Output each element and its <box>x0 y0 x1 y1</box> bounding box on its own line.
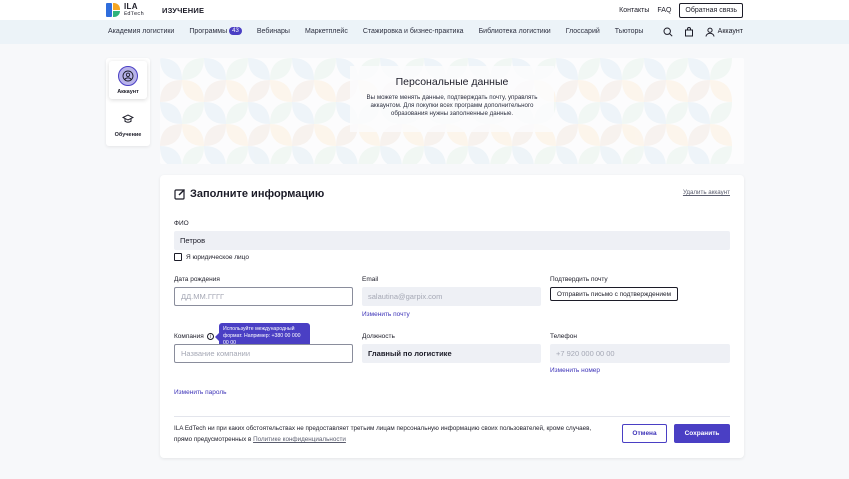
delete-account-link[interactable]: Удалить аккаунт <box>683 189 730 196</box>
privacy-notice-text: ILA EdTech ни при каких обстоятельствах … <box>174 425 592 443</box>
position-value: Главный по логистике <box>368 349 452 358</box>
email-value: salautina@garpix.com <box>368 292 443 301</box>
sidebar-item-account[interactable]: Аккаунт <box>109 61 147 99</box>
ila-edtech-logo[interactable]: ILA EdTech <box>106 2 144 18</box>
birth-date-placeholder: ДД.ММ.ГГГГ <box>181 292 225 301</box>
checkbox-box <box>174 253 182 261</box>
account-nav-button[interactable]: Аккаунт <box>705 26 743 37</box>
position-label: Должность <box>362 333 395 340</box>
save-button[interactable]: Сохранить <box>674 424 730 443</box>
birth-date-field[interactable]: ДД.ММ.ГГГГ <box>174 287 353 306</box>
programs-count-badge: 43 <box>229 27 242 35</box>
profile-sidebar: Аккаунт Обучение <box>106 58 150 146</box>
send-confirmation-button[interactable]: Отправить письмо с подтверждением <box>550 287 678 301</box>
legal-entity-label: Я юридическое лицо <box>186 253 249 261</box>
birth-date-label: Дата рождения <box>174 276 220 283</box>
company-label: Компания <box>174 333 204 340</box>
sidebar-item-label: Обучение <box>114 131 142 138</box>
company-placeholder: Название компании <box>181 349 251 358</box>
nav-item-internship[interactable]: Стажировка и бизнес-практика <box>363 28 464 35</box>
legal-entity-checkbox[interactable]: Я юридическое лицо <box>174 253 249 261</box>
nav-item-academy[interactable]: Академия логистики <box>108 28 174 35</box>
change-email-link[interactable]: Изменить почту <box>362 311 410 318</box>
logo-text-ila: ILA <box>124 2 138 11</box>
graduation-cap-icon <box>118 109 138 129</box>
confirm-email-label: Подтвердить почту <box>550 276 608 283</box>
form-title: Заполните информацию <box>174 188 324 200</box>
company-label-row: Компания i <box>174 333 214 340</box>
nav-item-webinars[interactable]: Вебинары <box>257 28 290 35</box>
section-label[interactable]: ИЗУЧЕНИЕ <box>162 6 204 15</box>
account-nav-label: Аккаунт <box>717 28 743 35</box>
privacy-notice: ILA EdTech ни при каких обстоятельствах … <box>174 423 594 445</box>
page-title: Персональные данные <box>395 76 509 88</box>
nav-right: Аккаунт <box>663 26 743 37</box>
top-bar: ILA EdTech ИЗУЧЕНИЕ Контакты FAQ Обратна… <box>0 0 849 20</box>
cart-icon[interactable] <box>684 26 695 37</box>
personal-data-hero: Персональные данные Вы можете менять дан… <box>160 58 744 164</box>
fio-label: ФИО <box>174 220 189 227</box>
change-phone-link[interactable]: Изменить номер <box>550 367 600 374</box>
faq-link[interactable]: FAQ <box>657 7 671 14</box>
nav-item-marketplace[interactable]: Маркетплейс <box>305 28 348 35</box>
info-icon[interactable]: i <box>206 333 214 340</box>
cancel-button[interactable]: Отмена <box>622 424 667 443</box>
fio-field[interactable]: Петров <box>174 231 730 250</box>
nav-items: Академия логистики Программы 43 Вебинары … <box>108 27 658 35</box>
email-label: Email <box>362 276 379 283</box>
profile-form-card: Заполните информацию Удалить аккаунт ФИО… <box>160 175 744 458</box>
edit-icon <box>174 189 185 200</box>
nav-item-glossary[interactable]: Глоссарий <box>566 28 600 35</box>
account-icon <box>118 65 138 86</box>
contacts-link[interactable]: Контакты <box>619 7 649 14</box>
page-description: Вы можете менять данные, подтверждать по… <box>366 94 538 118</box>
user-icon <box>705 26 716 37</box>
phone-field[interactable]: +7 920 000 00 00 <box>550 344 730 363</box>
nav-item-tutors[interactable]: Тьюторы <box>615 28 644 35</box>
fio-value: Петров <box>180 236 206 245</box>
nav-item-programs[interactable]: Программы 43 <box>189 27 242 35</box>
nav-item-library[interactable]: Библиотека логистики <box>479 28 551 35</box>
phone-placeholder: +7 920 000 00 00 <box>556 349 615 358</box>
main-nav: Академия логистики Программы 43 Вебинары … <box>0 20 849 44</box>
sidebar-item-label: Аккаунт <box>117 88 139 95</box>
company-field[interactable]: Название компании <box>174 344 353 363</box>
privacy-policy-link[interactable]: Политике конфиденциальности <box>253 436 346 443</box>
position-field[interactable]: Главный по логистике <box>362 344 541 363</box>
search-icon[interactable] <box>663 26 674 37</box>
change-password-link[interactable]: Изменить пароль <box>174 389 227 396</box>
logo-text-edtech: EdTech <box>124 10 144 17</box>
feedback-button[interactable]: Обратная связь <box>679 3 743 18</box>
email-field[interactable]: salautina@garpix.com <box>362 287 541 306</box>
form-title-text: Заполните информацию <box>190 188 325 200</box>
top-right-links: Контакты FAQ Обратная связь <box>619 3 743 18</box>
phone-label: Телефон <box>550 333 577 340</box>
logo-mark-icon <box>106 3 120 17</box>
sidebar-item-learning[interactable]: Обучение <box>109 104 147 142</box>
form-divider <box>174 416 730 417</box>
